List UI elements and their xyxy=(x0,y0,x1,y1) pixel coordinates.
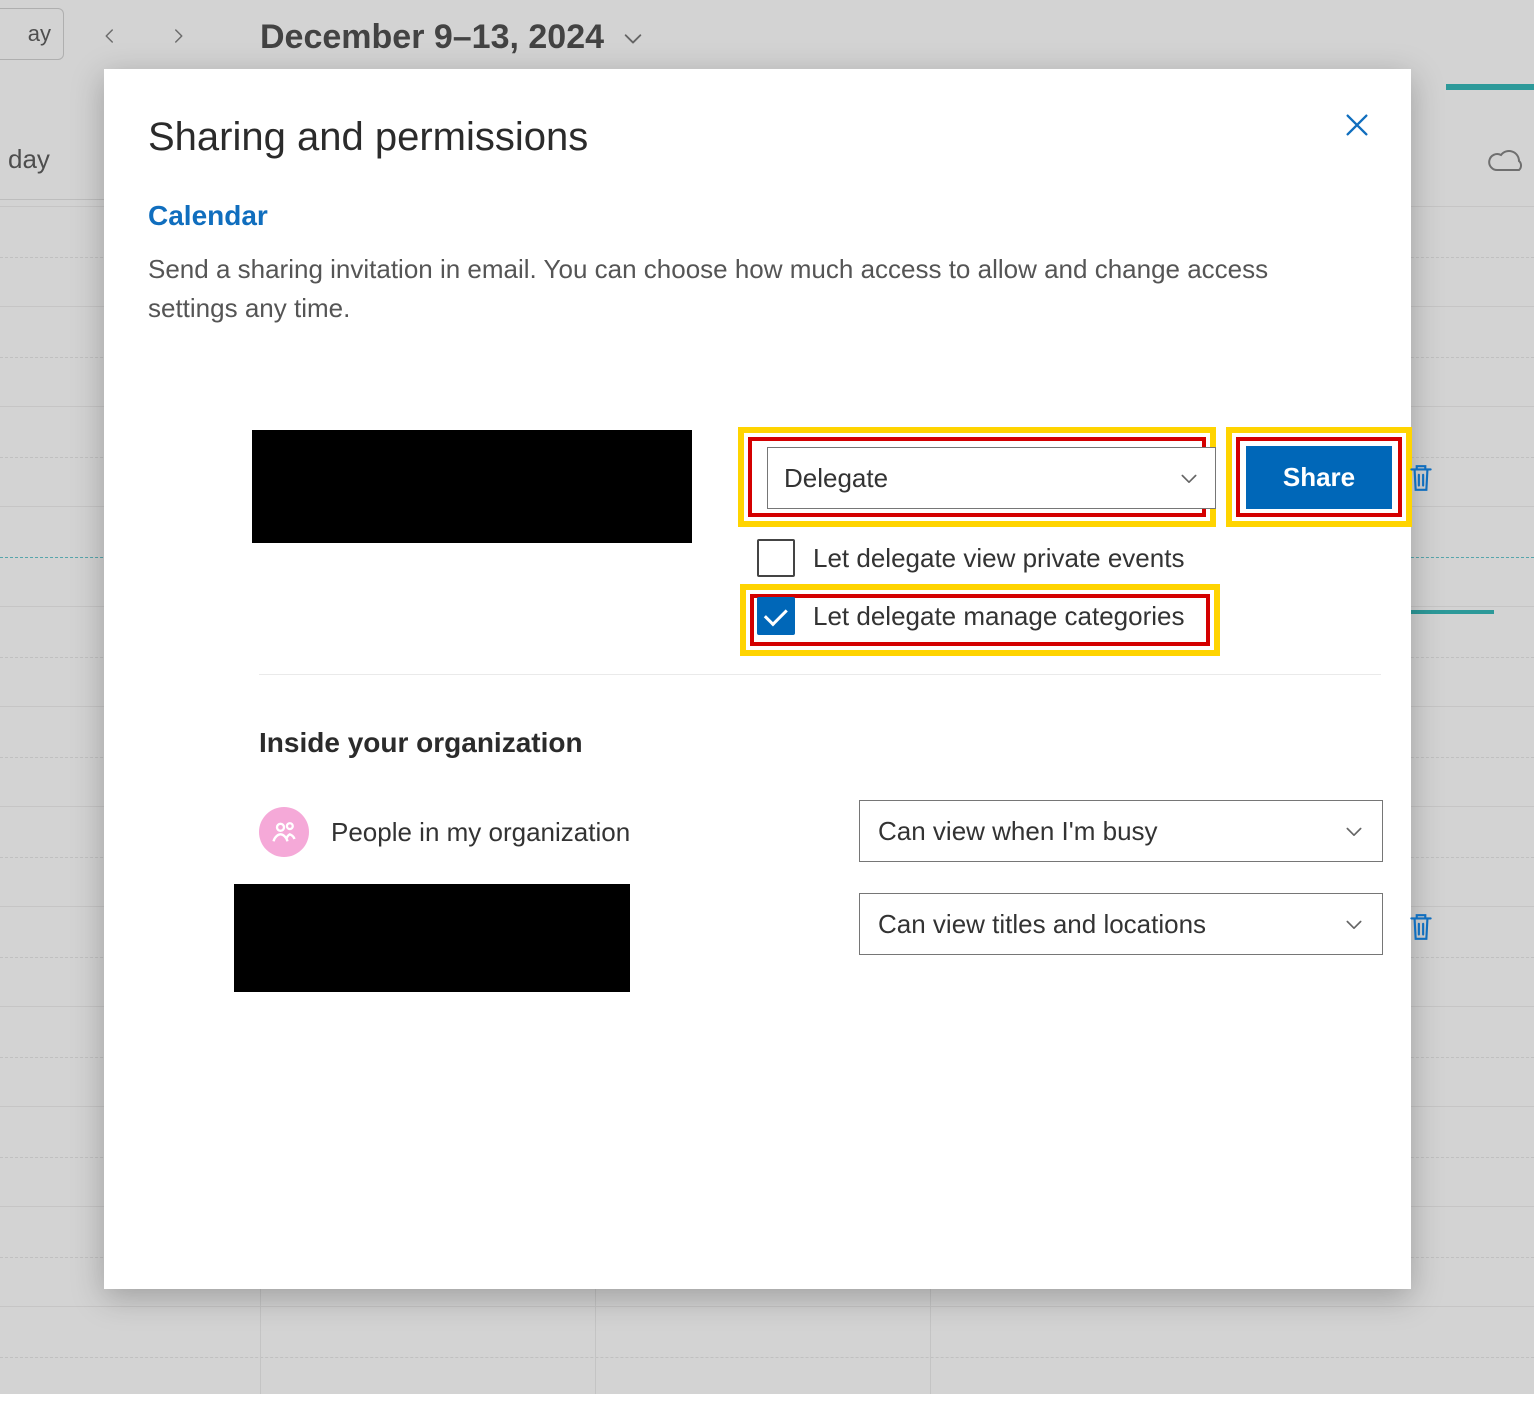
today-button[interactable]: ay xyxy=(0,8,64,60)
sharing-permissions-modal: Sharing and permissions Calendar Send a … xyxy=(104,69,1411,1289)
close-button[interactable] xyxy=(1341,109,1373,141)
delete-recipient-button[interactable] xyxy=(1408,463,1436,495)
user-permission-value: Can view titles and locations xyxy=(878,909,1206,940)
calendar-name: Calendar xyxy=(148,200,1367,232)
private-events-checkbox[interactable] xyxy=(757,539,795,577)
permission-select[interactable]: Delegate xyxy=(767,447,1216,509)
date-range-text: December 9–13, 2024 xyxy=(260,18,604,57)
weather-icon xyxy=(1488,148,1524,176)
org-permission-select[interactable]: Can view when I'm busy xyxy=(859,800,1383,862)
next-week-button[interactable] xyxy=(164,22,192,50)
org-avatar xyxy=(259,807,309,857)
manage-categories-checkbox[interactable] xyxy=(757,597,795,635)
chevron-down-icon xyxy=(1179,468,1199,488)
section-divider xyxy=(259,674,1381,675)
private-events-checkbox-row[interactable]: Let delegate view private events xyxy=(757,539,1184,577)
modal-title: Sharing and permissions xyxy=(148,115,1367,160)
user-permission-select[interactable]: Can view titles and locations xyxy=(859,893,1383,955)
permission-select-value: Delegate xyxy=(784,463,888,494)
org-people-row: People in my organization xyxy=(259,807,630,857)
chevron-down-icon xyxy=(1344,821,1364,841)
share-button-label: Share xyxy=(1283,462,1355,493)
recipient-redacted xyxy=(252,430,692,543)
org-permission-value: Can view when I'm busy xyxy=(878,816,1158,847)
private-events-label: Let delegate view private events xyxy=(813,543,1184,574)
manage-categories-label: Let delegate manage categories xyxy=(813,601,1185,632)
share-button[interactable]: Share xyxy=(1246,446,1392,509)
org-section-heading: Inside your organization xyxy=(259,727,583,759)
date-range-picker[interactable]: December 9–13, 2024 xyxy=(260,18,644,57)
org-people-label: People in my organization xyxy=(331,817,630,848)
user-redacted xyxy=(234,884,630,992)
modal-description: Send a sharing invitation in email. You … xyxy=(148,250,1328,328)
manage-categories-checkbox-row[interactable]: Let delegate manage categories xyxy=(757,597,1185,635)
prev-week-button[interactable] xyxy=(96,22,124,50)
today-label: ay xyxy=(28,21,51,47)
day-header-label: day xyxy=(8,144,50,175)
delete-user-permission-button[interactable] xyxy=(1408,912,1436,944)
chevron-down-icon xyxy=(622,27,644,49)
chevron-down-icon xyxy=(1344,914,1364,934)
accent-bar xyxy=(1446,84,1534,90)
